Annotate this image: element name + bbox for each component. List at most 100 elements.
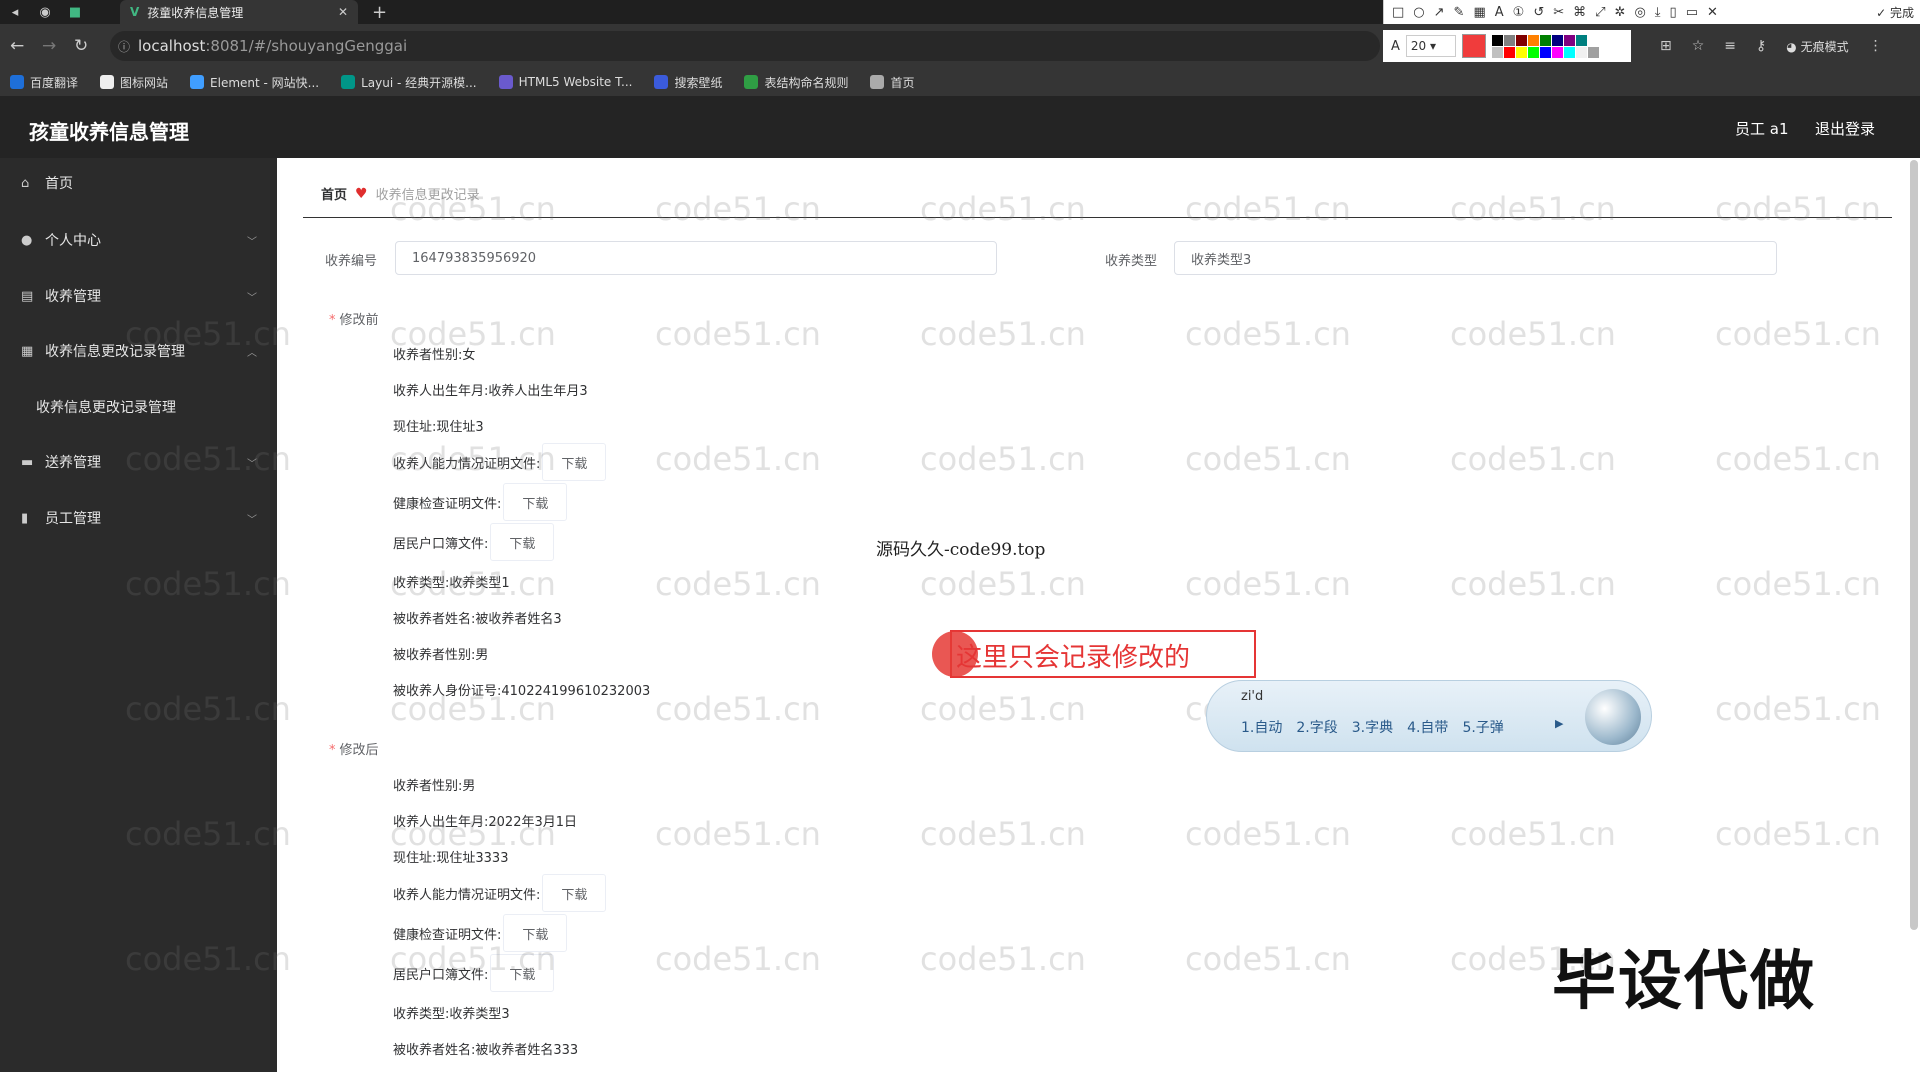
new-tab-icon[interactable]: + [372,2,387,23]
download-icon[interactable]: ⤓ [1655,5,1661,20]
sidebar-subitem-label: 收养信息更改记录管理 [36,400,176,416]
palette-swatch[interactable] [1539,34,1551,46]
ime-next-arrow-icon[interactable]: ▶ [1555,717,1563,730]
browser-app-icon[interactable]: ◉ [30,0,60,24]
saved-tab-icon[interactable]: ■ [60,0,90,24]
expand-icon[interactable]: ⤢ [1595,5,1605,20]
color-palette[interactable] [1491,34,1599,58]
before-household-file-label: 居民户口簿文件: [393,536,489,552]
rectangle-tool-icon[interactable]: □ [1392,5,1404,20]
palette-swatch[interactable] [1503,46,1515,58]
site-info-icon[interactable]: ⓘ [118,38,130,55]
sidebar-item-home[interactable]: ⌂ 首页 [0,158,277,208]
palette-swatch[interactable] [1539,46,1551,58]
ellipse-tool-icon[interactable]: ○ [1413,5,1424,20]
palette-swatch[interactable] [1515,46,1527,58]
text-tool-icon[interactable]: A [1495,5,1504,20]
palette-swatch[interactable] [1503,34,1515,46]
tab-close-icon[interactable]: ✕ [338,5,348,19]
sidebar-subitem-change-records[interactable]: 收养信息更改记录管理 [0,383,277,431]
palette-swatch[interactable] [1515,34,1527,46]
incognito-badge[interactable]: ◕ 无痕模式 [1786,38,1848,55]
address-bar: ← → ↻ ⓘ localhost:8081/#/shouyangGenggai [0,24,1920,68]
download-button[interactable]: 下载 [490,523,555,561]
ime-candidate[interactable]: 5.子弹 [1462,717,1503,737]
adoption-no-field[interactable]: 164793835956920 [395,241,997,275]
arrow-tool-icon[interactable]: ↗ [1434,5,1445,20]
palette-swatch[interactable] [1527,34,1539,46]
before-label-text: 修改前 [339,313,379,328]
ime-candidate[interactable]: 4.自带 [1407,717,1448,737]
annotation-text[interactable]: 这里只会记录修改的 [956,637,1190,674]
forward-icon[interactable]: → [42,36,56,56]
breadcrumb-home[interactable]: 首页 [321,184,347,203]
star-icon[interactable]: ☆ [1692,38,1705,54]
download-button[interactable]: 下载 [490,954,555,992]
palette-swatch[interactable] [1491,46,1503,58]
palette-swatch[interactable] [1575,46,1587,58]
back-history-icon[interactable]: ◂ [0,0,30,24]
sidebar-item-change-records[interactable]: ▦ 收养信息更改记录管理 ︿ [0,326,277,376]
url-field[interactable]: ⓘ localhost:8081/#/shouyangGenggai [110,31,1380,61]
palette-swatch[interactable] [1491,34,1503,46]
tab-active[interactable]: V 孩童收养信息管理 ✕ [120,0,358,24]
bookmark-item[interactable]: 百度翻译 [10,74,78,91]
bookmark-item[interactable]: 首页 [870,74,915,91]
bookmark-label: Layui - 经典开源模... [361,75,477,90]
logout-link[interactable]: 退出登录 [1815,118,1875,139]
mosaic-tool-icon[interactable]: ▦ [1473,5,1485,20]
palette-swatch[interactable] [1551,34,1563,46]
palette-swatch[interactable] [1587,34,1599,46]
font-size-select[interactable]: 20 ▾ [1405,35,1456,57]
palette-swatch[interactable] [1563,46,1575,58]
number-tool-icon[interactable]: ① [1513,5,1525,20]
sidebar-item-adoption[interactable]: ▤ 收养管理 ﹀ [0,271,277,321]
download-button[interactable]: 下载 [503,914,568,952]
download-button[interactable]: 下载 [542,443,607,481]
bookmark-item[interactable]: Layui - 经典开源模... [341,74,477,91]
cancel-icon[interactable]: ✕ [1707,5,1718,20]
ime-candidate-panel[interactable]: zi'd 1.自动 2.字段 3.字典 4.自带 5.子弹 ▶ [1206,680,1652,752]
ime-candidate[interactable]: 3.字典 [1352,717,1393,737]
bookmark-item[interactable]: HTML5 Website T... [498,75,632,89]
palette-swatch[interactable] [1527,46,1539,58]
sidebar-item-fostering[interactable]: ▬ 送养管理 ﹀ [0,437,277,487]
palette-swatch[interactable] [1551,46,1563,58]
menu-icon[interactable]: ⋮ [1869,38,1883,54]
font-size-value: 20 [1410,39,1427,53]
scissors-icon[interactable]: ✂ [1553,5,1564,20]
reading-list-icon[interactable]: ≡ [1724,38,1736,54]
palette-swatch[interactable] [1563,34,1575,46]
translate-icon[interactable]: ⌘ [1573,5,1586,20]
record-icon[interactable]: ◎ [1634,5,1645,20]
before-section-label: * 修改前 [329,313,379,328]
phone-icon[interactable]: ▯ [1670,5,1677,20]
after-household-file-label: 居民户口簿文件: [393,967,489,983]
translate-page-icon[interactable]: ⊞ [1660,38,1672,54]
download-button[interactable]: 下载 [503,483,568,521]
bookmark-item[interactable]: 图标网站 [100,74,168,91]
ime-candidate[interactable]: 1.自动 [1241,717,1282,737]
pen-tool-icon[interactable]: ✎ [1454,5,1465,20]
key-icon[interactable]: ⚷ [1756,38,1766,54]
download-button[interactable]: 下载 [542,874,607,912]
back-icon[interactable]: ← [10,36,24,56]
bookmark-item[interactable]: 搜索壁纸 [654,74,722,91]
sidebar-item-staff[interactable]: ▮ 员工管理 ﹀ [0,493,277,543]
bookmark-favicon-icon [870,75,885,89]
done-button[interactable]: ✓ 完成 [1876,4,1914,21]
bookmark-item[interactable]: Element - 网站快... [190,74,319,91]
palette-swatch[interactable] [1575,34,1587,46]
palette-swatch[interactable] [1587,46,1599,58]
sidebar: ⌂ 首页 ● 个人中心 ﹀ ▤ 收养管理 ﹀ ▦ 收养信息更改记录管理 ︿ 收养… [0,158,277,1072]
adoption-type-field[interactable]: 收养类型3 [1174,241,1777,275]
current-color-swatch[interactable] [1461,34,1486,58]
undo-icon[interactable]: ↺ [1533,5,1544,20]
bookmark-icon[interactable]: ▭ [1686,5,1698,20]
pin-icon[interactable]: ✲ [1615,5,1626,20]
reload-icon[interactable]: ↻ [74,36,88,56]
page-scrollbar[interactable] [1910,160,1918,930]
sidebar-item-personal-center[interactable]: ● 个人中心 ﹀ [0,215,277,265]
bookmark-item[interactable]: 表结构命名规则 [744,74,848,91]
ime-candidate[interactable]: 2.字段 [1296,717,1337,737]
